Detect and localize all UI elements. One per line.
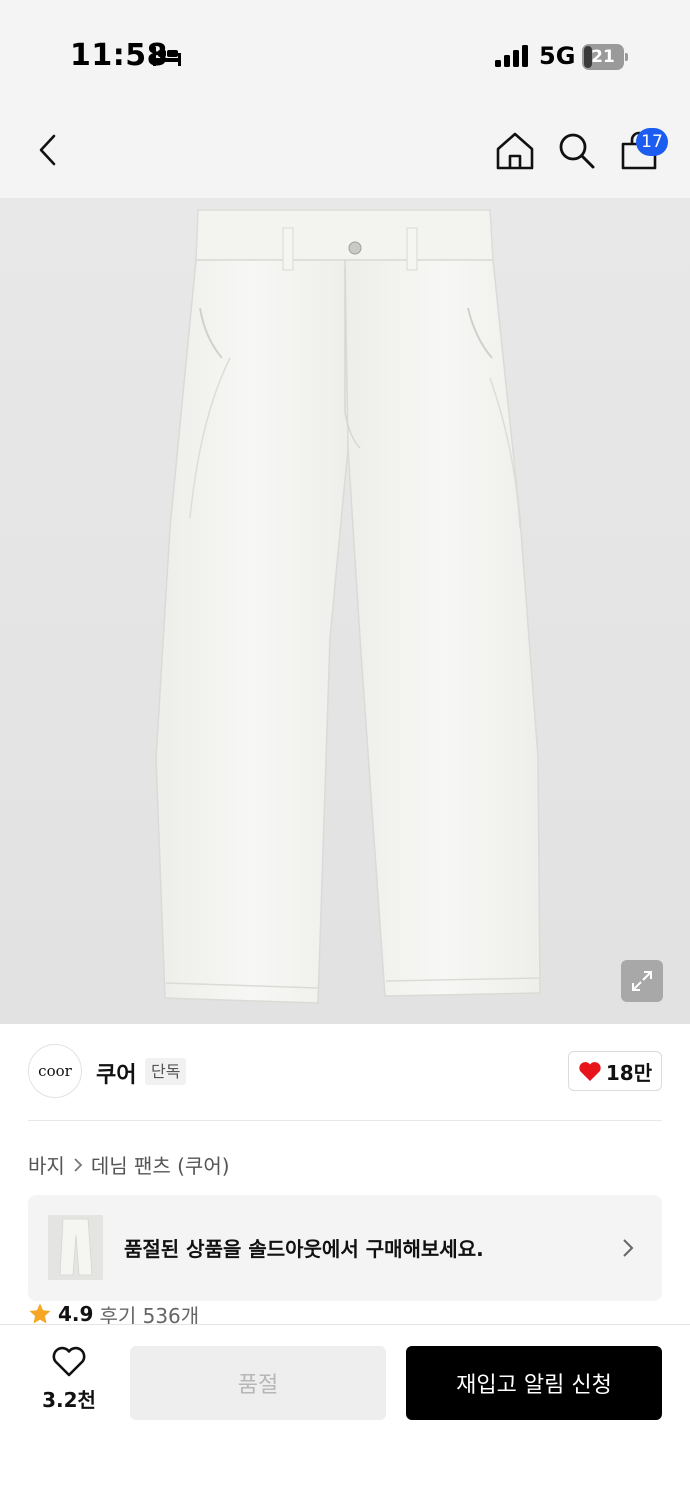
soldout-promo-banner[interactable]: 품절된 상품을 솔드아웃에서 구매해보세요.	[28, 1195, 662, 1301]
divider	[28, 1120, 662, 1121]
rating-row[interactable]: 4.9 후기 536개	[28, 1302, 199, 1326]
battery-indicator: 21	[582, 44, 628, 70]
restock-alert-button[interactable]: 재입고 알림 신청	[406, 1346, 662, 1420]
exclusive-badge: 단독	[145, 1058, 187, 1085]
product-thumbnail	[48, 1215, 103, 1280]
brand-logo-text: coor	[38, 1062, 72, 1080]
chevron-right-icon	[623, 1239, 634, 1257]
breadcrumb: 바지 데님 팬츠 (쿠어)	[28, 1150, 230, 1179]
soldout-promo-text: 품절된 상품을 솔드아웃에서 구매해보세요.	[124, 1237, 484, 1261]
chevron-left-icon	[39, 134, 56, 166]
nav-bar	[0, 100, 690, 198]
breadcrumb-item-subcategory[interactable]: 데님 팬츠 (쿠어)	[91, 1150, 230, 1179]
breadcrumb-item-category[interactable]: 바지	[28, 1150, 65, 1179]
cart-count-badge: 17	[636, 128, 668, 156]
status-bar: 11:58 5G 21	[0, 0, 690, 100]
heart-filled-icon	[579, 1062, 601, 1081]
brand-logo[interactable]: coor	[28, 1044, 82, 1098]
brand-like-count: 18만	[605, 1060, 653, 1085]
heart-outline-icon	[52, 1346, 86, 1377]
expand-arrows-icon	[632, 971, 652, 991]
wishlist-count: 3.2천	[42, 1388, 96, 1412]
product-image[interactable]	[0, 198, 690, 1024]
wishlist-button[interactable]: 3.2천	[28, 1346, 110, 1418]
rating-value: 4.9	[58, 1302, 94, 1326]
soldout-button: 품절	[130, 1346, 386, 1420]
home-icon[interactable]	[494, 130, 536, 172]
bed-icon	[153, 47, 181, 66]
back-button[interactable]	[28, 130, 68, 170]
battery-level: 21	[591, 47, 615, 67]
review-count: 후기 536개	[99, 1303, 200, 1327]
cellular-signal-icon	[495, 45, 528, 67]
brand-like-button[interactable]: 18만	[568, 1051, 662, 1091]
product-photo-pants	[155, 209, 541, 1004]
expand-image-button[interactable]	[621, 960, 663, 1002]
network-label: 5G	[539, 42, 576, 70]
search-icon[interactable]	[556, 130, 596, 170]
chevron-right-icon	[74, 1157, 83, 1172]
star-icon	[29, 1303, 51, 1324]
brand-name[interactable]: 쿠어	[96, 1057, 136, 1089]
